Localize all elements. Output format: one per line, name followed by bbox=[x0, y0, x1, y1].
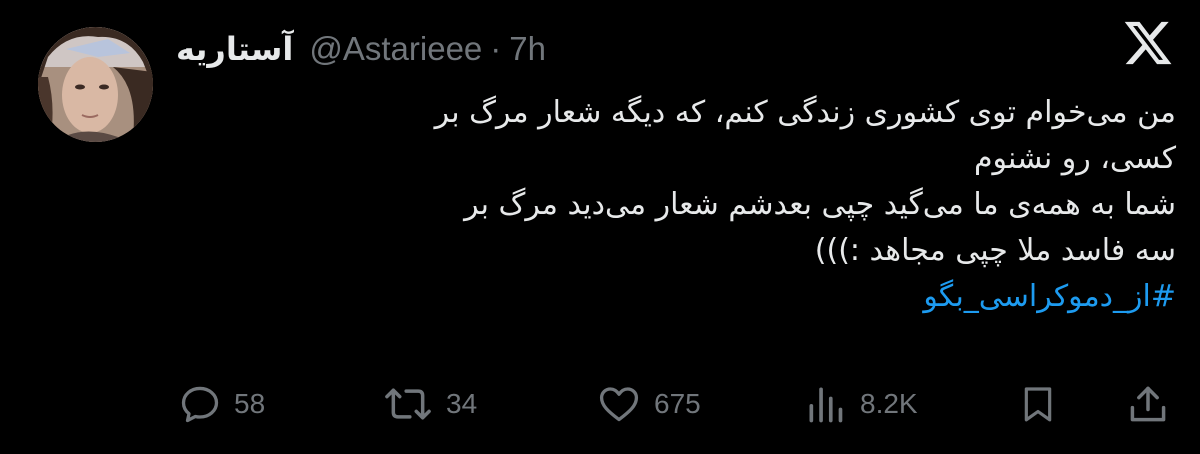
reply-icon bbox=[178, 382, 222, 426]
author-handle[interactable]: @Astarieee bbox=[309, 30, 482, 68]
repost-icon bbox=[382, 382, 434, 426]
tweet-line: سه فاسد ملا چپی مجاهد :))) bbox=[814, 233, 1176, 268]
like-count: 675 bbox=[654, 388, 701, 419]
share-icon bbox=[1126, 382, 1170, 426]
like-button[interactable]: 675 bbox=[596, 378, 701, 430]
hashtag-link[interactable]: #از_دموکراسی_بگو bbox=[176, 274, 1176, 320]
repost-count: 34 bbox=[446, 388, 478, 419]
tweet-header: آستاریه @Astarieee · 7h bbox=[176, 22, 546, 76]
bookmark-button[interactable] bbox=[1018, 378, 1058, 430]
author-display-name[interactable]: آستاریه bbox=[176, 30, 293, 68]
tweet-line: کسی، رو نشنوم bbox=[973, 141, 1176, 176]
bookmark-icon bbox=[1018, 382, 1058, 426]
separator-dot: · bbox=[490, 30, 502, 67]
views-button[interactable]: 8.2K bbox=[804, 378, 918, 430]
repost-button[interactable]: 34 bbox=[382, 378, 477, 430]
heart-icon bbox=[596, 382, 642, 426]
avatar[interactable] bbox=[38, 27, 153, 142]
share-button[interactable] bbox=[1126, 378, 1170, 430]
tweet-text: من می‌خوام توی کشوری زندگی کنم، که دیگه … bbox=[176, 90, 1176, 320]
view-count: 8.2K bbox=[860, 388, 918, 419]
x-logo-icon[interactable] bbox=[1122, 17, 1174, 69]
action-bar: 58 34 675 8.2K bbox=[0, 378, 1200, 430]
reply-button[interactable]: 58 bbox=[178, 378, 265, 430]
views-icon bbox=[804, 382, 848, 426]
tweet-line: شما به همه‌ی ما می‌گید چپی بعدشم شعار می… bbox=[464, 187, 1176, 222]
reply-count: 58 bbox=[234, 388, 266, 419]
tweet-timestamp[interactable]: 7h bbox=[509, 30, 546, 68]
tweet-line: من می‌خوام توی کشوری زندگی کنم، که دیگه … bbox=[434, 95, 1176, 130]
